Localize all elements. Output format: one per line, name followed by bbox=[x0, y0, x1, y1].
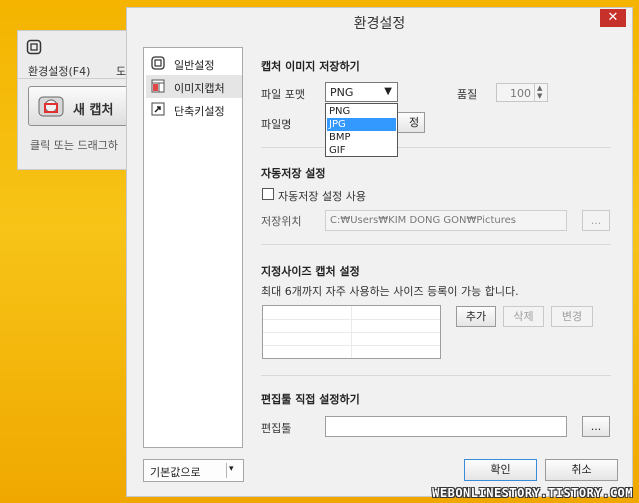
close-button[interactable]: ✕ bbox=[600, 9, 626, 27]
divider bbox=[261, 375, 611, 376]
file-format-select[interactable]: PNG ▼ bbox=[325, 82, 398, 102]
chevron-up-icon[interactable]: ▲ bbox=[537, 84, 542, 92]
nav-item-image-capture[interactable]: 이미지캡처 bbox=[146, 75, 242, 98]
save-image-section-title: 캡처 이미지 저장하기 bbox=[261, 60, 360, 73]
capture-hint: 클릭 또는 드래그하 bbox=[30, 139, 118, 152]
image-capture-icon bbox=[151, 79, 165, 93]
list-row-divider bbox=[263, 345, 440, 346]
chevron-down-icon[interactable]: ▾ bbox=[229, 464, 234, 474]
preset-size-section-title: 지정사이즈 캡처 설정 bbox=[261, 265, 360, 278]
delete-size-button[interactable]: 삭제 bbox=[503, 306, 544, 327]
menu-item-partial[interactable]: 도 bbox=[116, 63, 126, 79]
editor-path-input[interactable] bbox=[325, 416, 567, 437]
autosave-checkbox-label: 자동저장 설정 사용 bbox=[278, 190, 366, 203]
autosave-section-title: 자동저장 설정 bbox=[261, 167, 326, 180]
preset-size-list[interactable] bbox=[262, 305, 441, 359]
preset-size-description: 최대 6개까지 자주 사용하는 사이즈 등록이 가능 합니다. bbox=[261, 285, 519, 298]
dialog-title: 환경설정 bbox=[353, 16, 406, 32]
save-location-input[interactable]: C:₩Users₩KIM DONG GON₩Pictures bbox=[325, 210, 567, 231]
editor-section-title: 편집툴 직접 설정하기 bbox=[261, 393, 360, 406]
format-option-bmp[interactable]: BMP bbox=[327, 131, 396, 144]
new-capture-label: 새 캡처 bbox=[73, 103, 114, 118]
restore-defaults-label: 기본값으로 bbox=[150, 466, 201, 479]
divider bbox=[261, 147, 611, 148]
filename-label: 파일명 bbox=[261, 118, 292, 131]
file-format-dropdown: PNG JPG BMP GIF bbox=[325, 103, 398, 157]
shortcut-key-icon bbox=[151, 102, 165, 116]
dialog-titlebar[interactable]: 환경설정 bbox=[127, 8, 632, 34]
split-button-divider bbox=[226, 463, 227, 478]
chevron-down-icon: ▼ bbox=[384, 86, 392, 97]
nav-item-shortcut[interactable]: 단축키설정 bbox=[146, 98, 242, 121]
settings-nav: 일반설정 이미지캡처 단축키설정 bbox=[143, 47, 243, 448]
edit-size-button[interactable]: 변경 bbox=[551, 306, 593, 327]
capture-app-icon bbox=[26, 39, 42, 55]
format-option-png[interactable]: PNG bbox=[327, 105, 396, 118]
browse-location-button[interactable]: ... bbox=[582, 210, 610, 231]
menu-item-settings[interactable]: 환경설정(F4) bbox=[28, 63, 90, 79]
autosave-checkbox[interactable] bbox=[262, 188, 274, 200]
save-location-label: 저장위치 bbox=[261, 215, 302, 228]
file-format-value: PNG bbox=[330, 86, 354, 99]
new-capture-button[interactable]: 새 캡처 bbox=[28, 86, 132, 126]
filename-settings-label: 정 bbox=[408, 116, 420, 129]
browse-editor-button[interactable]: ... bbox=[582, 416, 610, 437]
watermark: WEBONLINESTORY.TISTORY.COM bbox=[432, 486, 633, 500]
quality-stepper[interactable]: 100 ▲ ▼ bbox=[496, 83, 548, 102]
list-row-divider bbox=[263, 332, 440, 333]
close-icon: ✕ bbox=[607, 10, 619, 25]
save-location-value: C:₩Users₩KIM DONG GON₩Pictures bbox=[330, 215, 517, 226]
settings-dialog: 환경설정 ✕ 일반설정 이미지캡처 단축키설정 기본값으로 ▾ 캡처 이미지 저… bbox=[126, 7, 633, 497]
format-option-jpg[interactable]: JPG bbox=[327, 118, 396, 131]
stepper-arrows[interactable]: ▲ ▼ bbox=[534, 84, 547, 101]
divider bbox=[261, 244, 611, 245]
quality-value: 100 bbox=[510, 87, 531, 100]
nav-item-general[interactable]: 일반설정 bbox=[146, 52, 242, 75]
ok-button[interactable]: 확인 bbox=[464, 459, 537, 481]
restore-defaults-button[interactable]: 기본값으로 ▾ bbox=[143, 459, 244, 482]
capture-camera-icon bbox=[38, 96, 64, 117]
list-row-divider bbox=[263, 319, 440, 320]
nav-item-label: 이미지캡처 bbox=[174, 82, 225, 95]
nav-item-label: 일반설정 bbox=[174, 59, 215, 72]
format-option-gif[interactable]: GIF bbox=[327, 144, 396, 157]
quality-label: 품질 bbox=[457, 88, 478, 101]
editor-label: 편집툴 bbox=[261, 422, 292, 435]
chevron-down-icon[interactable]: ▼ bbox=[537, 92, 542, 100]
cancel-button[interactable]: 취소 bbox=[545, 459, 618, 481]
nav-item-label: 단축키설정 bbox=[174, 105, 225, 118]
add-size-button[interactable]: 추가 bbox=[456, 306, 496, 327]
file-format-label: 파일 포맷 bbox=[261, 88, 305, 101]
general-settings-icon bbox=[151, 56, 165, 70]
